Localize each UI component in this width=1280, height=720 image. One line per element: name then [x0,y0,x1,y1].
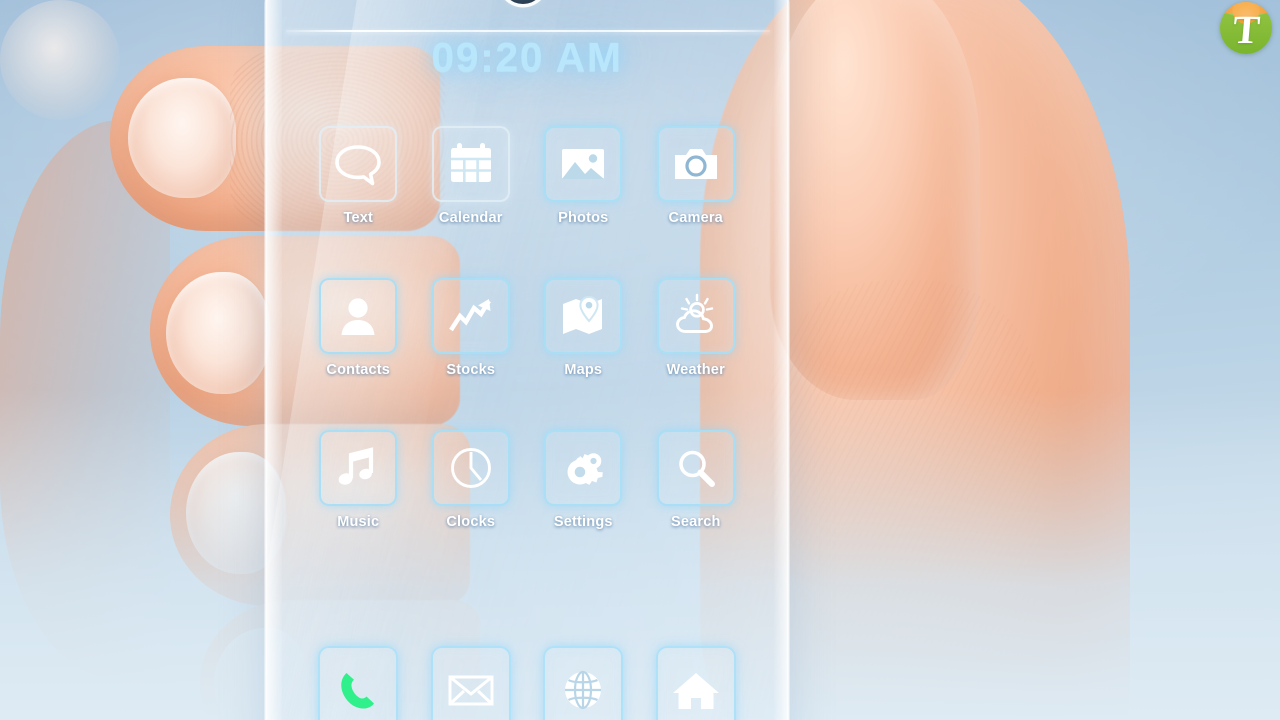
thumb [770,0,980,400]
phone-left-edge [266,0,282,720]
app-text[interactable]: Text [302,126,415,226]
app-tile[interactable] [544,430,623,506]
phone-handset-icon [341,673,375,709]
palm-texture [770,280,1040,700]
middle-fingernail [166,272,270,394]
thumb-highlight [0,0,120,120]
dock-app-browser[interactable] [527,646,640,720]
globe-icon [565,665,602,715]
app-camera[interactable]: Camera [640,126,753,226]
app-contacts[interactable]: Contacts [302,278,415,378]
app-stocks[interactable]: Stocks [415,278,528,378]
dock-tile[interactable] [543,646,624,720]
app-label: Camera [668,210,723,226]
app-label: Text [343,210,374,226]
sun-cloud-icon [669,291,723,341]
app-grid: Text Calendar Photos Camera Contacts Sto… [302,126,752,530]
envelope-icon [444,665,498,715]
app-weather[interactable]: Weather [640,278,753,378]
magnifier-icon [669,443,723,493]
gears-icon [567,453,603,485]
app-maps[interactable]: Maps [527,278,640,378]
dock-tile[interactable] [430,646,511,720]
palm-shading [0,120,170,680]
status-bar: 4G [266,0,788,30]
photos-icon [562,149,605,179]
app-tile[interactable] [656,278,735,354]
app-tile[interactable] [544,126,623,202]
music-note-icon [338,443,385,485]
app-calendar[interactable]: Calendar [415,126,528,226]
logo-letter: T [1230,7,1262,52]
screenshot-root: 4G 09:20 AM Text [0,0,1280,720]
app-label: Maps [564,362,603,378]
dock-app-home[interactable] [640,646,753,720]
stocks-chart-icon [444,299,498,341]
app-label: Photos [558,210,609,226]
dock-app-phone[interactable] [302,646,415,720]
index-fingernail [128,78,236,198]
home-icon [672,673,719,709]
app-music[interactable]: Music [302,430,415,530]
status-divider [286,30,770,32]
app-tile[interactable] [656,430,735,506]
dock-app-mail[interactable] [415,646,528,720]
app-tile[interactable] [431,278,510,354]
app-search[interactable]: Search [640,430,753,530]
clock-time: 09:20 AM [431,34,623,80]
app-tile[interactable] [319,430,398,506]
app-tile[interactable] [319,278,398,354]
speech-bubble-icon [331,139,385,189]
app-label: Contacts [326,362,391,378]
app-tile[interactable] [431,126,510,202]
map-pin-icon [563,291,603,334]
app-photos[interactable]: Photos [527,126,640,226]
calendar-icon [450,143,491,182]
app-tile[interactable] [544,278,623,354]
app-tile[interactable] [656,126,735,202]
channel-logo: T [1220,2,1272,54]
dock-tile[interactable] [318,646,399,720]
app-tile[interactable] [319,126,398,202]
app-label: Music [337,514,380,530]
app-label: Weather [666,362,725,378]
person-icon [341,298,375,335]
transparent-phone: 4G 09:20 AM Text [266,0,788,720]
dock [302,646,752,720]
app-label: Stocks [446,362,496,378]
app-tile[interactable] [431,430,510,506]
camera-icon [674,149,717,179]
clock-face-icon [444,443,498,493]
app-settings[interactable]: Settings [527,430,640,530]
app-label: Calendar [438,210,503,226]
app-label: Settings [553,514,613,530]
front-camera-lens-icon [501,0,545,4]
app-clocks[interactable]: Clocks [415,430,528,530]
app-label: Search [670,514,721,530]
phone-right-edge [774,0,788,720]
dock-tile[interactable] [655,646,736,720]
app-label: Clocks [446,514,496,530]
